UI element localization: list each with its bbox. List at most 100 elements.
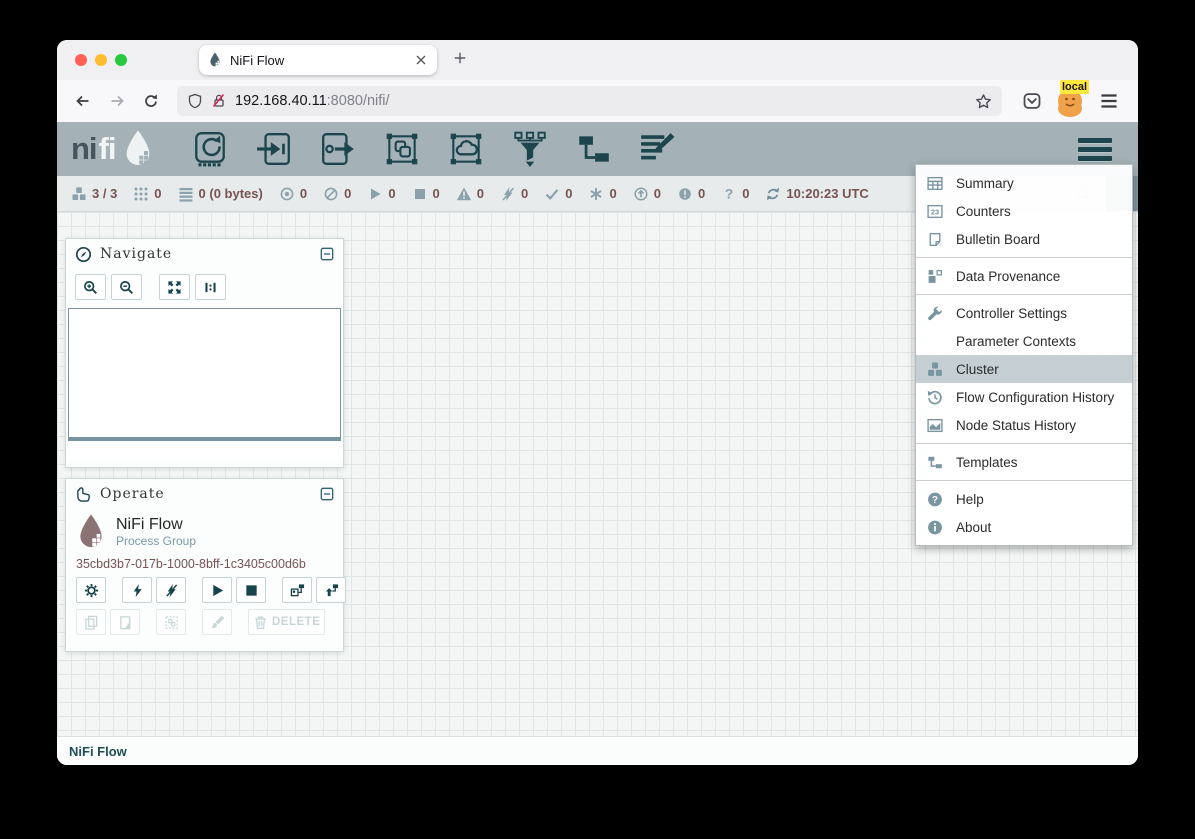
refresh-icon[interactable] — [765, 186, 781, 202]
sync-failure-versioned: ?0 — [721, 186, 749, 202]
reload-button[interactable] — [137, 87, 165, 115]
minimize-window-button[interactable] — [95, 54, 107, 66]
nifi-favicon-icon — [207, 52, 223, 68]
selected-flow-id: 35cbd3b7-017b-1000-8bff-1c3405c00d6b — [66, 553, 343, 577]
create-template-button[interactable] — [282, 577, 312, 603]
shield-icon[interactable] — [187, 93, 203, 109]
configuration-button[interactable] — [76, 577, 106, 603]
paste-button — [110, 609, 140, 635]
bookmark-star-icon[interactable] — [975, 93, 992, 110]
url-bar[interactable]: 192.168.40.11:8080/nifi/ — [177, 86, 1002, 116]
firefox-menu-icon[interactable] — [1098, 90, 1120, 112]
delete-button: DELETE — [248, 609, 325, 635]
menu-item-data-provenance[interactable]: Data Provenance — [916, 262, 1132, 290]
menu-item-label: Counters — [956, 204, 1011, 219]
maximize-window-button[interactable] — [115, 54, 127, 66]
menu-divider — [916, 443, 1132, 444]
not-transmitting-remote-groups: 0 — [323, 186, 351, 202]
browser-tab[interactable]: NiFi Flow — [199, 45, 437, 75]
menu-item-cluster[interactable]: Cluster — [916, 355, 1132, 383]
zoom-in-button[interactable] — [75, 274, 106, 300]
process-group-drop-icon — [76, 513, 106, 551]
not-transmitting-remote-groups-count: 0 — [344, 186, 351, 201]
wrench-icon — [926, 305, 944, 322]
tab-close-icon[interactable] — [413, 52, 429, 68]
running-components-count: 0 — [388, 186, 395, 201]
menu-item-bulletin-board[interactable]: Bulletin Board — [916, 225, 1132, 253]
processor-icon[interactable] — [190, 130, 230, 168]
flow-history-icon — [926, 389, 944, 406]
collapse-navigate-button[interactable] — [320, 247, 334, 261]
window-controls — [57, 54, 141, 66]
menu-item-counters[interactable]: 23Counters — [916, 197, 1132, 225]
birdseye-minimap[interactable] — [68, 308, 341, 441]
locally-modified-stale-versioned-count: 0 — [698, 186, 705, 201]
menu-item-templates[interactable]: Templates — [916, 448, 1132, 476]
remote-process-group-icon[interactable] — [446, 130, 486, 168]
nifi-logo: nifi — [71, 129, 156, 169]
disabled-components: 0 — [500, 186, 528, 202]
insecure-lock-icon[interactable] — [211, 93, 227, 109]
up-to-date-versioned-count: 0 — [565, 186, 572, 201]
disabled-icon — [500, 186, 516, 202]
group-icon — [164, 615, 179, 630]
queued: 0 (0 bytes) — [178, 186, 263, 202]
summary-icon — [926, 175, 944, 192]
new-tab-button[interactable] — [447, 47, 473, 73]
menu-item-label: Data Provenance — [956, 269, 1060, 284]
stale-versioned-count: 0 — [654, 186, 661, 201]
global-menu-button[interactable] — [1078, 138, 1112, 161]
templates-icon — [926, 454, 944, 471]
start-button[interactable] — [202, 577, 232, 603]
profile-avatar[interactable]: local — [1058, 89, 1082, 113]
zoom-fit-button[interactable] — [159, 274, 190, 300]
pocket-icon[interactable] — [1022, 91, 1042, 111]
zoom-out-button[interactable] — [111, 274, 142, 300]
menu-item-label: Bulletin Board — [956, 232, 1040, 247]
zoom-actual-button[interactable] — [195, 274, 226, 300]
logo-text-ni: ni — [71, 129, 97, 169]
selected-flow-type: Process Group — [116, 534, 196, 549]
last-refresh-time: 10:20:23 UTC — [786, 186, 868, 201]
input-port-icon[interactable] — [254, 130, 294, 168]
funnel-icon[interactable] — [510, 130, 550, 168]
browser-toolbar: 192.168.40.11:8080/nifi/ local — [57, 80, 1138, 122]
menu-item-label: Cluster — [956, 362, 999, 377]
fill-color-button — [202, 609, 232, 635]
menu-divider — [916, 294, 1132, 295]
menu-item-about[interactable]: About — [916, 513, 1132, 541]
menu-item-label: Help — [956, 492, 984, 507]
breadcrumb-root[interactable]: NiFi Flow — [69, 744, 127, 759]
close-window-button[interactable] — [75, 54, 87, 66]
output-port-icon[interactable] — [318, 130, 358, 168]
queued-count: 0 (0 bytes) — [199, 186, 263, 201]
upload-template-button[interactable] — [316, 577, 346, 603]
refresh-status[interactable]: 10:20:23 UTC — [765, 186, 868, 202]
stop-icon — [244, 583, 259, 598]
running-icon — [367, 186, 383, 202]
active-threads: 0 — [133, 186, 161, 202]
forward-button[interactable] — [103, 87, 131, 115]
collapse-operate-button[interactable] — [320, 487, 334, 501]
menu-item-help[interactable]: ?Help — [916, 485, 1132, 513]
process-group-icon[interactable] — [382, 130, 422, 168]
menu-item-label: Controller Settings — [956, 306, 1067, 321]
locally-modified-versioned: 0 — [588, 186, 616, 202]
navigate-title: Navigate — [100, 246, 312, 262]
enable-button[interactable] — [122, 577, 152, 603]
menu-item-flow-configuration-history[interactable]: Flow Configuration History — [916, 383, 1132, 411]
sync-failure-icon: ? — [721, 186, 737, 202]
menu-item-parameter-contexts[interactable]: Parameter Contexts — [916, 327, 1132, 355]
label-icon[interactable] — [638, 130, 678, 168]
operate-palette: Operate NiFi Flow Process Group 35cbd3b7… — [65, 478, 344, 652]
back-button[interactable] — [69, 87, 97, 115]
avatar-image — [1058, 100, 1082, 117]
menu-item-node-status-history[interactable]: Node Status History — [916, 411, 1132, 439]
stop-button[interactable] — [236, 577, 266, 603]
disable-button[interactable] — [156, 577, 186, 603]
menu-item-controller-settings[interactable]: Controller Settings — [916, 299, 1132, 327]
brush-icon — [210, 615, 225, 630]
template-icon[interactable] — [574, 130, 614, 168]
url-text: 192.168.40.11:8080/nifi/ — [235, 93, 967, 109]
menu-item-summary[interactable]: Summary — [916, 169, 1132, 197]
